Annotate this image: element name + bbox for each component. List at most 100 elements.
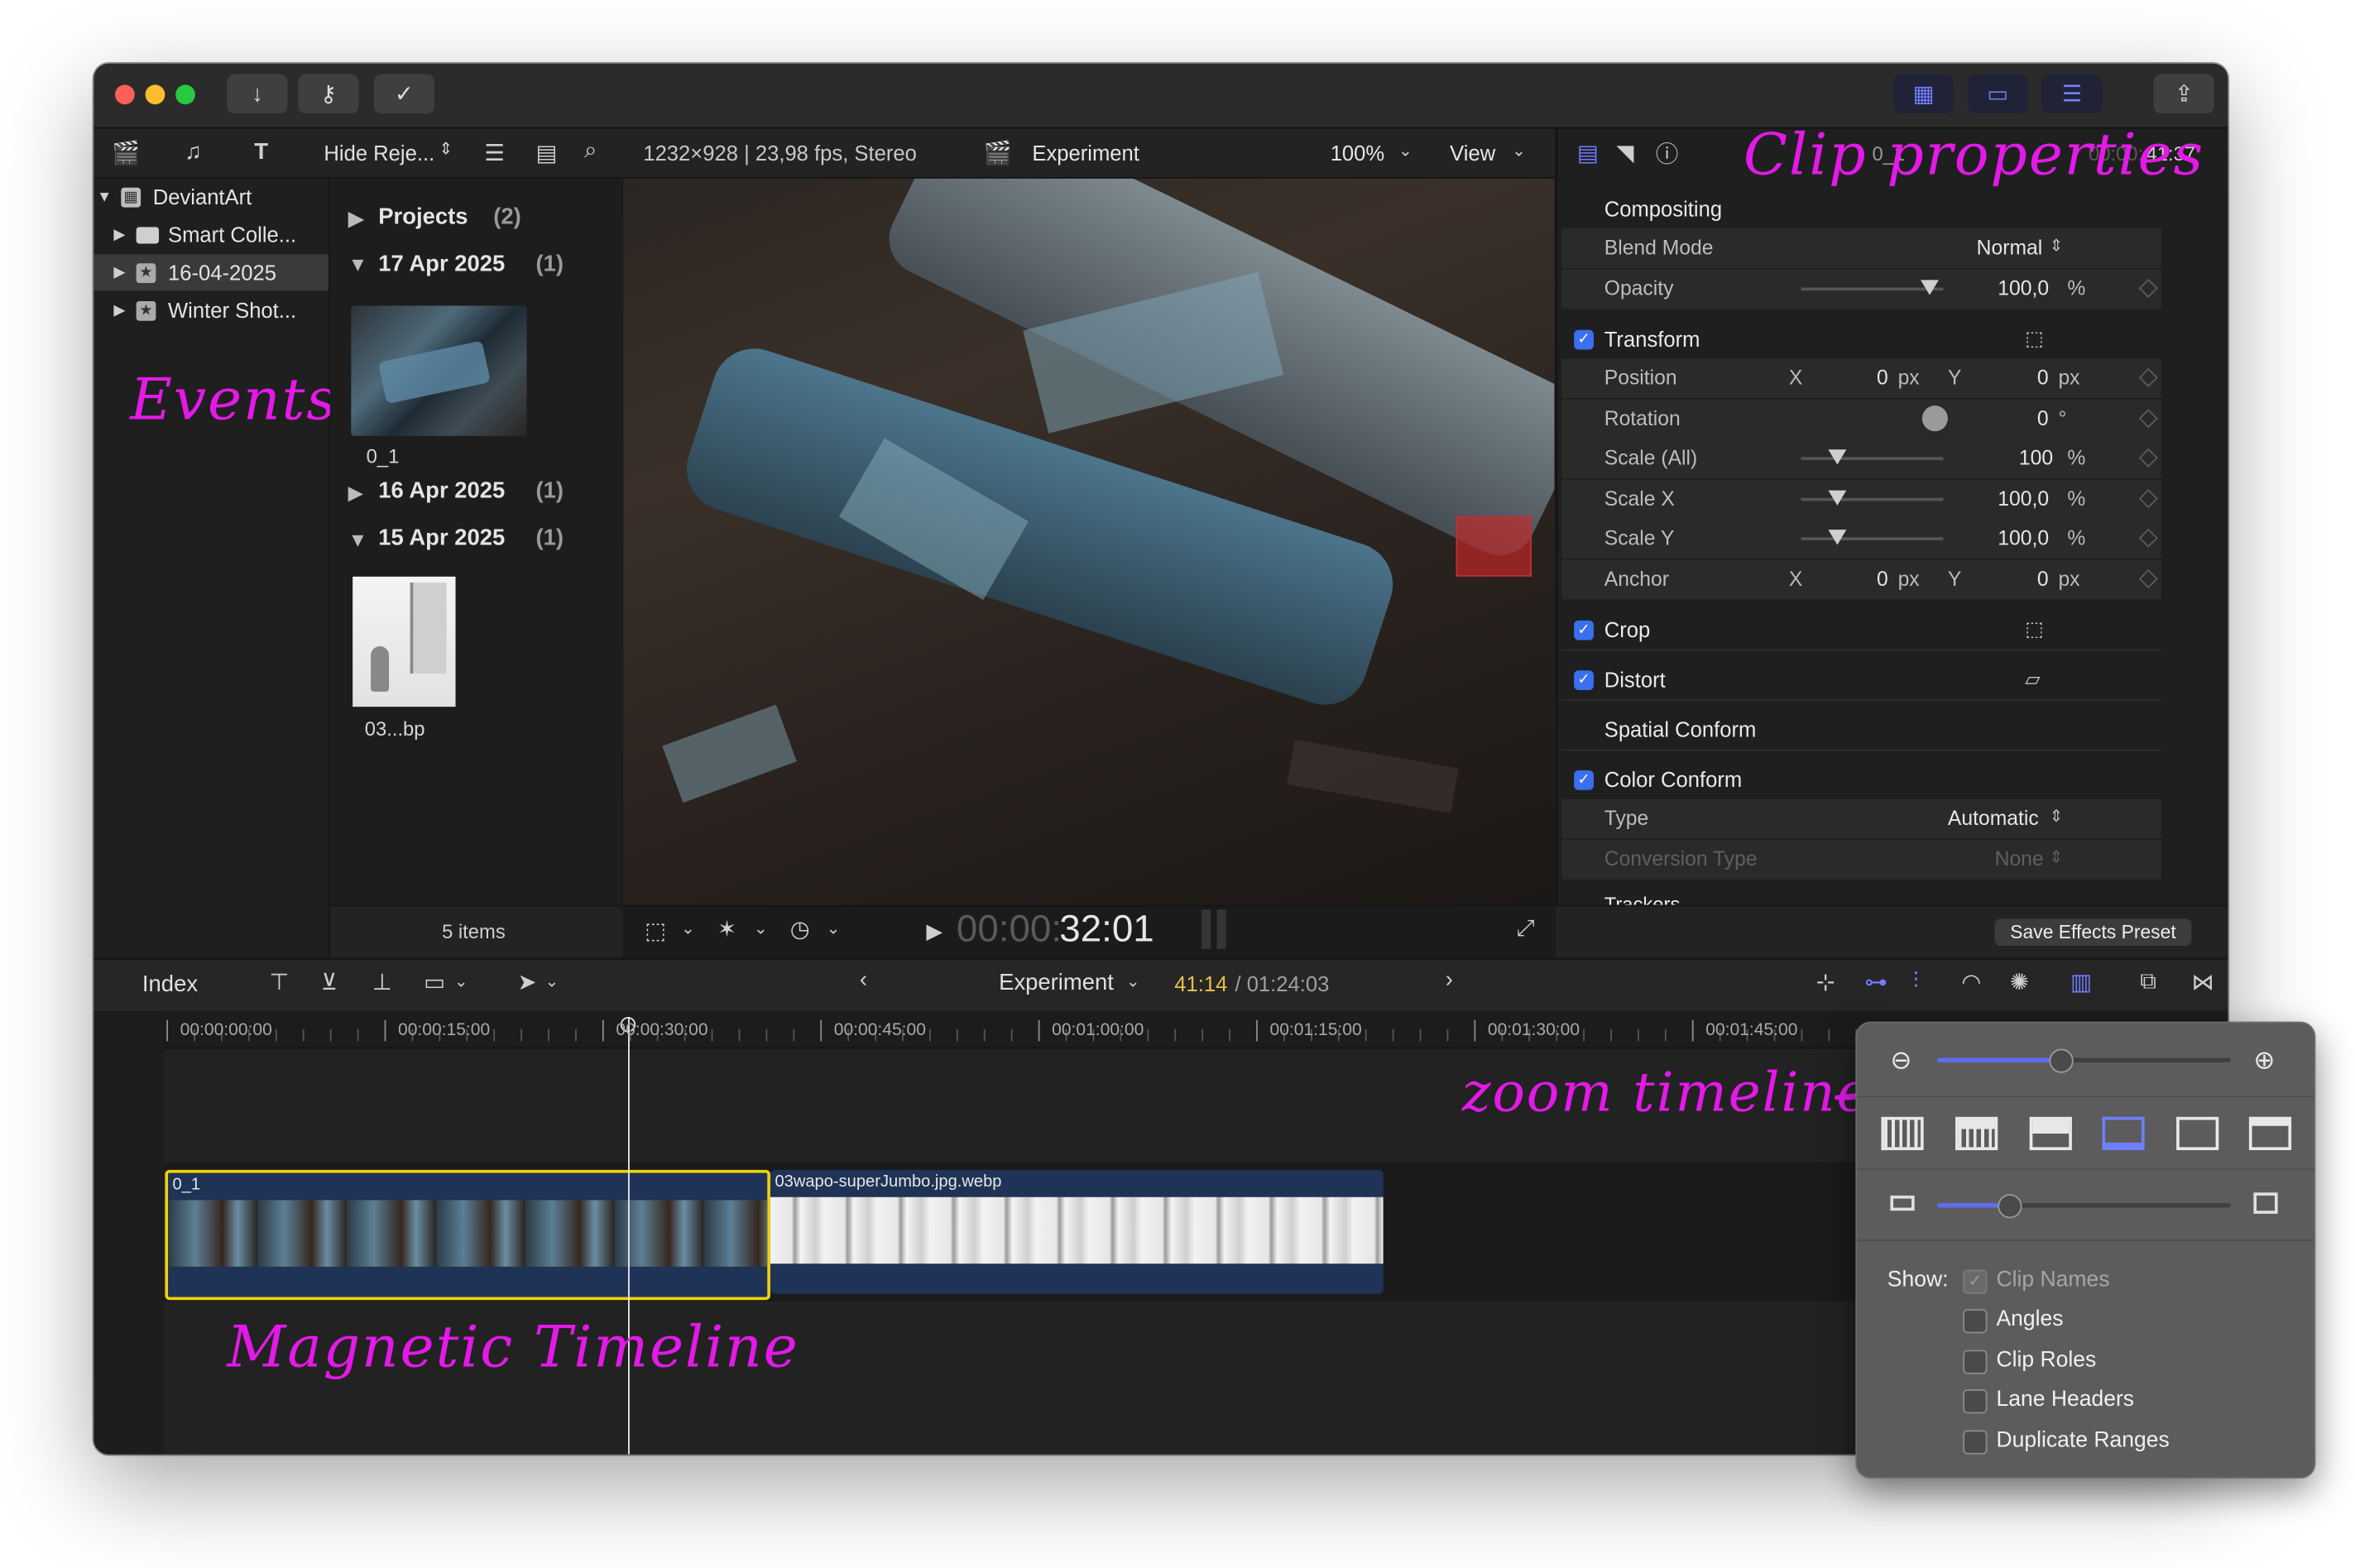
zoom-window-button[interactable] xyxy=(175,84,195,105)
clip-appearance-icon[interactable]: ▥ xyxy=(2070,969,2092,995)
clip-thumbnail-03bp[interactable] xyxy=(353,576,456,707)
position-y-value[interactable]: 0 xyxy=(2037,367,2049,389)
viewer-view-menu[interactable]: View xyxy=(1450,141,1495,165)
disclosure-closed-icon[interactable]: ▶ xyxy=(348,206,365,232)
zoom-in-icon[interactable]: ⊕ xyxy=(2253,1046,2275,1077)
color-inspector-icon[interactable]: ◥ xyxy=(1616,139,1633,166)
rotation-value[interactable]: 0 xyxy=(2037,407,2049,429)
clip-height-slider-knob[interactable] xyxy=(1997,1194,2022,1219)
effects-browser-icon[interactable]: ⧉ xyxy=(2140,969,2156,995)
keyframe-diamond-icon[interactable] xyxy=(2138,278,2158,299)
distort-onscreen-icon[interactable]: ▱ xyxy=(2025,668,2040,692)
share-button[interactable]: ⇪ xyxy=(2153,74,2214,114)
libraries-icon[interactable]: 🎬 xyxy=(112,139,140,166)
solo-headphones-icon[interactable]: ◠ xyxy=(1961,969,1981,995)
row-anchor[interactable]: Anchor X 0 px Y 0 px xyxy=(1561,559,2161,600)
filmstrip-view-icon[interactable]: ▤ xyxy=(535,139,557,166)
clip-roles-checkbox[interactable] xyxy=(1963,1350,1988,1374)
zoom-slider-knob[interactable] xyxy=(2050,1048,2074,1073)
crop-onscreen-icon[interactable]: ⬚ xyxy=(2025,617,2043,641)
audio-skimming-icon[interactable]: ⫶ xyxy=(1913,969,1919,995)
scale-y-slider[interactable] xyxy=(1801,537,1944,540)
insert-clip-icon[interactable]: ⊻ xyxy=(321,969,338,995)
row-position[interactable]: Position X 0 px Y 0 px xyxy=(1561,358,2161,399)
list-view-icon[interactable]: ☰ xyxy=(484,139,505,166)
snapping-icon[interactable]: ⊶ xyxy=(1864,969,1887,995)
blend-mode-popup[interactable]: Normal xyxy=(1977,236,2043,258)
clip-style-waveform-only-icon[interactable] xyxy=(1881,1116,1924,1151)
row-rotation[interactable]: Rotation 0 ° xyxy=(1561,399,2161,439)
angles-checkbox[interactable] xyxy=(1963,1309,1988,1334)
transitions-browser-icon[interactable]: ⋈ xyxy=(2191,969,2214,995)
position-x-value[interactable]: 0 xyxy=(1877,367,1888,389)
timeline-toggle-button[interactable]: ▭ xyxy=(1967,74,2028,114)
titles-generators-icon[interactable]: T xyxy=(254,139,268,165)
keyframe-diamond-icon[interactable] xyxy=(2138,489,2158,509)
close-window-button[interactable] xyxy=(115,84,135,105)
clip-style-filmstrip-only-icon[interactable] xyxy=(2176,1116,2219,1151)
transform-tool-icon[interactable]: ⬚ xyxy=(645,917,666,944)
anchor-y-value[interactable]: 0 xyxy=(2037,568,2049,590)
transform-checkbox[interactable]: ✓ xyxy=(1574,329,1594,350)
event-item-winter-shot[interactable]: ▶ ★ Winter Shot... xyxy=(94,292,328,328)
scale-all-value[interactable]: 100 xyxy=(2019,447,2053,469)
scale-all-slider-knob[interactable] xyxy=(1827,449,1846,465)
keyframe-diamond-icon[interactable] xyxy=(2138,528,2158,548)
import-button[interactable]: ↓ xyxy=(227,74,288,114)
back-arrow-icon[interactable]: ‹ xyxy=(860,967,867,993)
zoom-out-icon[interactable]: ⊖ xyxy=(1890,1046,1911,1077)
retime-icon[interactable]: ◷ xyxy=(790,916,810,942)
scale-x-slider[interactable] xyxy=(1801,497,1944,501)
keyframe-diamond-icon[interactable] xyxy=(2138,409,2158,429)
browser-toggle-button[interactable]: ▦ xyxy=(1893,74,1955,114)
clip-names-checkbox[interactable]: ✓ xyxy=(1963,1269,1988,1294)
clip-height-small-icon[interactable] xyxy=(1890,1195,1915,1211)
background-tasks-button[interactable]: ✓ xyxy=(373,74,434,114)
event-item-16-04-2025[interactable]: ▶ ★ 16-04-2025 xyxy=(94,254,329,291)
type-popup[interactable]: Automatic xyxy=(1948,807,2039,829)
playhead[interactable] xyxy=(628,1017,630,1455)
disclosure-open-icon[interactable]: ▼ xyxy=(348,252,368,275)
overwrite-clip-icon[interactable]: ▭ xyxy=(424,969,445,995)
row-blend-mode[interactable]: Blend Mode Normal ⇕ xyxy=(1561,228,2161,268)
play-icon[interactable]: ▶ xyxy=(926,918,942,944)
timeline-clip-03wapo[interactable]: 03wapo-superJumbo.jpg.webp xyxy=(770,1169,1384,1294)
row-opacity[interactable]: Opacity 100,0 % xyxy=(1561,269,2161,309)
scale-y-slider-knob[interactable] xyxy=(1827,530,1846,545)
info-inspector-icon[interactable]: ⓘ xyxy=(1656,137,1678,169)
rotation-dial[interactable] xyxy=(1921,405,1948,432)
row-type[interactable]: Type Automatic ⇕ xyxy=(1561,798,2161,839)
anchor-x-value[interactable]: 0 xyxy=(1877,568,1888,590)
duplicate-ranges-checkbox[interactable] xyxy=(1963,1430,1988,1455)
library-item-deviantart[interactable]: ▼ ▦ DeviantArt xyxy=(94,179,328,215)
clip-style-large-waveform-icon[interactable] xyxy=(1955,1116,1998,1151)
clip-thumbnail-0_1[interactable] xyxy=(351,305,527,436)
opacity-slider-knob[interactable] xyxy=(1920,280,1939,295)
enhance-wand-icon[interactable]: ✶ xyxy=(717,916,736,942)
append-clip-icon[interactable]: ⊥ xyxy=(372,969,392,995)
timeline-clip-0_1[interactable]: 0_1 xyxy=(165,1169,770,1301)
lane-headers-checkbox[interactable] xyxy=(1963,1389,1988,1414)
scale-all-slider[interactable] xyxy=(1801,457,1944,461)
keywords-button[interactable]: ⚷ xyxy=(298,74,359,114)
opacity-value[interactable]: 100,0 xyxy=(1998,277,2049,300)
select-arrow-icon[interactable]: ➤ xyxy=(518,969,537,995)
viewer-zoom-popup[interactable]: 100% xyxy=(1331,141,1385,165)
clip-style-names-only-icon[interactable] xyxy=(2248,1116,2292,1151)
disclosure-closed-icon[interactable]: ▶ xyxy=(348,482,363,506)
row-scale-x[interactable]: Scale X 100,0 % xyxy=(1561,479,2161,520)
connect-clip-icon[interactable]: ⊤ xyxy=(270,969,290,995)
library-item-smart-collections[interactable]: ▶ Smart Colle... xyxy=(94,217,328,253)
fullscreen-icon[interactable]: ⤢ xyxy=(1517,916,1535,942)
disclosure-open-icon[interactable]: ▼ xyxy=(348,528,368,550)
transform-onscreen-icon[interactable]: ⬚ xyxy=(2025,327,2043,351)
clip-height-large-icon[interactable] xyxy=(2253,1192,2278,1214)
photos-audio-icon[interactable]: ♫ xyxy=(185,139,202,165)
clip-filter-popup[interactable]: Hide Reje... xyxy=(324,141,434,165)
color-conform-checkbox[interactable]: ✓ xyxy=(1574,770,1594,790)
scale-x-value[interactable]: 100,0 xyxy=(1998,487,2049,510)
scale-y-value[interactable]: 100,0 xyxy=(1998,526,2049,549)
video-inspector-icon[interactable]: ▤ xyxy=(1577,139,1599,166)
timeline-index-button[interactable]: Index xyxy=(142,971,198,997)
save-effects-preset-button[interactable]: Save Effects Preset xyxy=(1994,918,2192,947)
